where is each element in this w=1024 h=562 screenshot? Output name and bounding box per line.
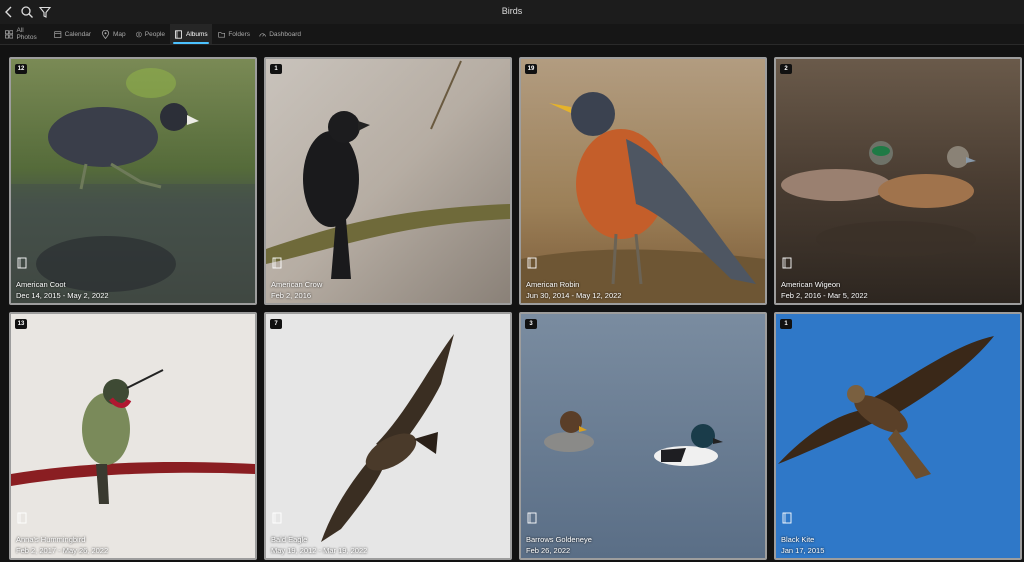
tab-label: Albums [186,30,208,38]
album-icon [175,29,182,39]
photos-icon [5,29,14,38]
tab-label: People [144,30,165,38]
tab-calendar[interactable]: Calendar [50,24,95,44]
album-name: Barrows Goldeneye [526,535,592,544]
album-name: Anna's Hummingbird [16,535,86,544]
calendar-icon [54,30,62,38]
album-icon [17,257,27,269]
album-name: American Crow [271,280,323,289]
album-name: American Wigeon [781,280,841,289]
photo-count-badge: 19 [525,64,537,74]
album-tile-american-robin[interactable]: 19 American Robin Jun 30, 2014 - May 12,… [519,57,767,305]
album-cover-image [521,59,765,303]
album-date-range: Dec 14, 2015 - May 2, 2022 [16,291,109,300]
album-cover-image [521,314,765,558]
window-title: Birds [501,6,523,16]
album-name: Bald Eagle [271,535,308,544]
album-tile-annas-hummingbird[interactable]: 13 Anna's Hummingbird Feb 2, 2017 - May … [9,312,257,560]
tab-label: All Photos [16,27,37,41]
tab-label: Map [113,30,126,38]
album-date-range: Feb 2, 2017 - May 26, 2022 [16,546,109,555]
map-pin-icon [101,29,110,39]
tab-all-photos[interactable]: All Photos [1,24,48,44]
album-date-range: Jan 17, 2015 [781,546,825,555]
photo-count-badge: 13 [15,319,27,329]
album-name: Black Kite [781,535,815,544]
photo-count-badge: 12 [15,64,27,74]
album-name: American Robin [526,280,580,289]
album-tile-bald-eagle[interactable]: 7 Bald Eagle May 19, 2012 - Mar 19, 2022 [264,312,512,560]
photo-count-badge: 7 [270,319,282,329]
album-tile-american-coot[interactable]: 12 American Coot Dec 14, 2015 - May 2, 2… [9,57,257,305]
photo-count-badge: 3 [525,319,537,329]
people-icon [136,31,142,37]
album-icon [272,512,282,524]
album-tile-black-kite[interactable]: 1 Black Kite Jan 17, 2015 [774,312,1022,560]
album-tile-american-wigeon[interactable]: 2 American Wigeon Feb 2, 2016 - Mar 5, 2… [774,57,1022,305]
album-cover-image [266,59,510,303]
album-cover-image [11,314,255,558]
tab-folders[interactable]: Folders [214,24,254,44]
album-icon [527,257,537,269]
album-tile-american-crow[interactable]: 1 American Crow Feb 2, 2016 [264,57,512,305]
album-cover-image [11,59,255,303]
album-date-range: Feb 2, 2016 - Mar 5, 2022 [781,291,868,300]
tab-label: Dashboard [269,30,301,38]
album-icon [782,512,792,524]
photo-count-badge: 2 [780,64,792,74]
photo-count-badge: 1 [780,319,792,329]
album-icon [527,512,537,524]
folder-icon [218,31,225,38]
tab-albums[interactable]: Albums [170,24,212,44]
album-cover-image [776,314,1020,558]
tab-label: Calendar [64,30,91,38]
album-icon [17,512,27,524]
tab-dashboard[interactable]: Dashboard [255,24,305,44]
album-cover-image [266,314,510,558]
album-grid: 12 American Coot Dec 14, 2015 - May 2, 2… [0,45,1024,562]
tab-map[interactable]: Map [97,24,130,44]
album-date-range: May 19, 2012 - Mar 19, 2022 [271,546,368,555]
album-icon [782,257,792,269]
album-tile-barrows-goldeneye[interactable]: 3 Barrows Goldeneye Feb 26, 2022 [519,312,767,560]
album-name: American Coot [16,280,66,289]
album-date-range: Feb 26, 2022 [526,546,571,555]
title-bar: Birds [0,0,1024,24]
tab-label: Folders [228,30,250,38]
dashboard-icon [259,32,266,37]
album-date-range: Jun 30, 2014 - May 12, 2022 [526,291,622,300]
album-cover-image [776,59,1020,303]
album-date-range: Feb 2, 2016 [271,291,312,300]
navigation-tabs: All Photos Calendar Map People Albums Fo… [0,24,1024,45]
photo-count-badge: 1 [270,64,282,74]
album-icon [272,257,282,269]
tab-people[interactable]: People [132,24,169,44]
